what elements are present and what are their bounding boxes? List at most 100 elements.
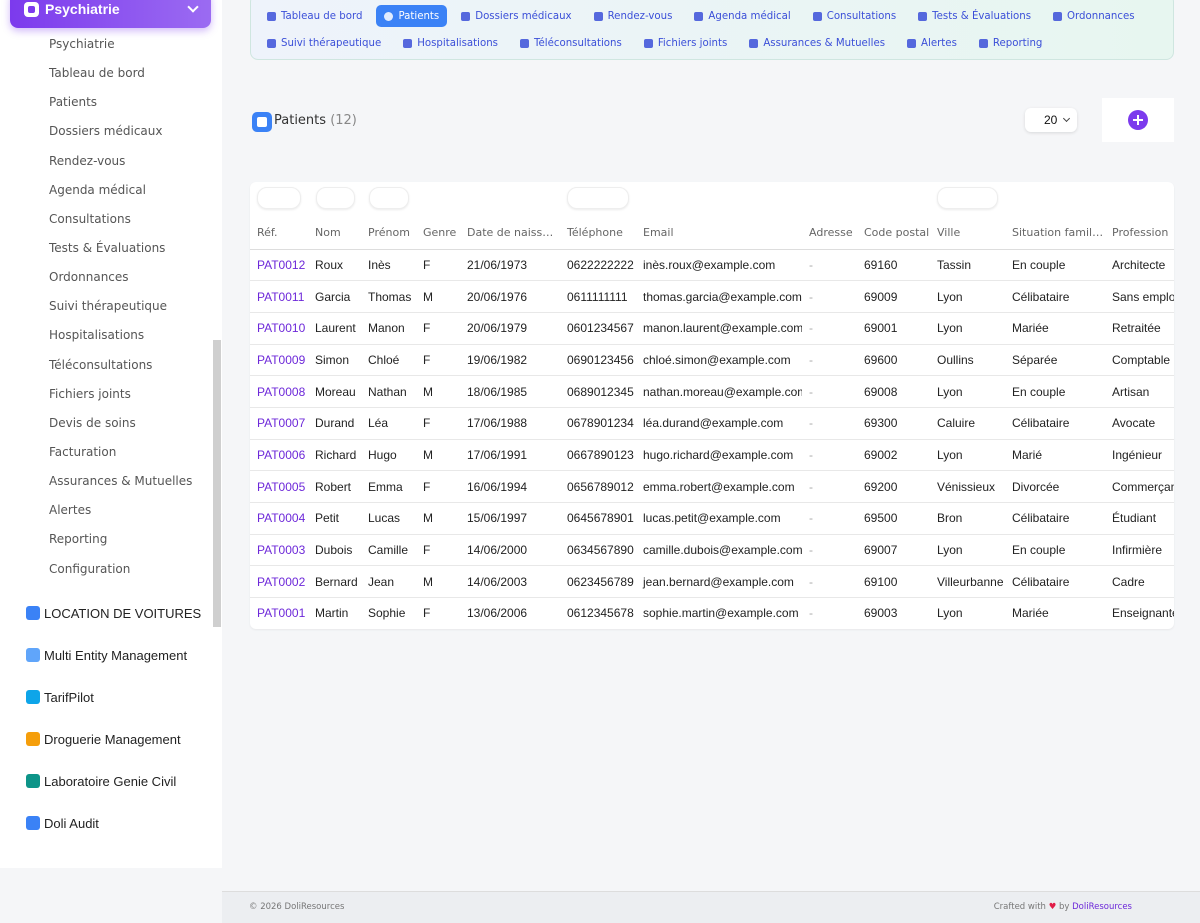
table-row[interactable]: PAT0009 Simon Chloé F 19/06/1982 0690123456 ch… <box>250 344 1174 377</box>
table-row[interactable]: PAT0006 Richard Hugo M 17/06/1991 0667890123 h… <box>250 439 1174 472</box>
sidebar-scrollbar[interactable] <box>213 340 221 627</box>
table-cell: Commerçante <box>1105 470 1174 503</box>
module-link[interactable]: Droguerie Management <box>0 718 222 760</box>
filter-telephone-input[interactable] <box>567 187 629 209</box>
column-header[interactable]: Réf. <box>250 216 308 250</box>
table-row[interactable]: PAT0001 Martin Sophie F 13/06/2006 0612345678… <box>250 597 1174 629</box>
sidebar-item-psychiatrie[interactable]: Psychiatrie <box>0 30 222 59</box>
column-header[interactable]: Téléphone <box>560 216 636 250</box>
dashboard-icon <box>267 11 276 21</box>
table-row[interactable]: PAT0011 Garcia Thomas M 20/06/1976 0611111111… <box>250 280 1174 313</box>
sidebar-item-configuration[interactable]: Configuration <box>0 555 222 584</box>
table-row[interactable]: PAT0004 Petit Lucas M 15/06/1997 0645678901 lu… <box>250 502 1174 535</box>
column-header[interactable]: Date de naissance <box>460 216 560 250</box>
table-cell: Lyon <box>930 375 1005 408</box>
patient-ref-link[interactable]: PAT0007 <box>250 407 308 440</box>
sidebar-item-agenda-medical[interactable]: Agenda médical <box>0 176 222 205</box>
patient-ref-link[interactable]: PAT0011 <box>250 280 308 313</box>
tab-bed[interactable]: Hospitalisations <box>395 32 506 54</box>
sidebar-item-patients[interactable]: Patients <box>0 88 222 117</box>
column-header[interactable]: Nom <box>308 216 361 250</box>
brand-link[interactable]: DoliResources <box>1072 902 1132 912</box>
column-header[interactable]: Situation familiale <box>1005 216 1105 250</box>
sidebar-item-suivi-therapeutique[interactable]: Suivi thérapeutique <box>0 292 222 321</box>
column-header[interactable]: Genre <box>416 216 460 250</box>
patient-ref-link[interactable]: PAT0006 <box>250 439 308 472</box>
chevron-down-icon[interactable] <box>187 1 199 13</box>
per-page-select[interactable]: 20 <box>1025 108 1077 132</box>
table-cell: Enseignante <box>1105 597 1174 629</box>
filter-ville-input[interactable] <box>937 187 998 209</box>
table-cell: F <box>416 597 460 629</box>
module-link[interactable]: TarifPilot <box>0 676 222 718</box>
sidebar-item-tests-evaluations[interactable]: Tests & Évaluations <box>0 234 222 263</box>
sidebar-item-reporting[interactable]: Reporting <box>0 525 222 554</box>
table-cell: Thomas <box>361 280 416 313</box>
sidebar-item-rendez-vous[interactable]: Rendez-vous <box>0 147 222 176</box>
table-row[interactable]: PAT0007 Durand Léa F 17/06/1988 0678901234 léa… <box>250 407 1174 440</box>
patient-ref-link[interactable]: PAT0010 <box>250 312 308 345</box>
patient-ref-link[interactable]: PAT0012 <box>250 249 308 282</box>
module-link[interactable]: Multi Entity Management <box>0 634 222 676</box>
sidebar-item-teleconsultations[interactable]: Téléconsultations <box>0 351 222 380</box>
add-area <box>1102 98 1174 142</box>
sidebar-item-dossiers-medicaux[interactable]: Dossiers médicaux <box>0 117 222 146</box>
sidebar-item-alertes[interactable]: Alertes <box>0 496 222 525</box>
tab-stethoscope[interactable]: Consultations <box>805 5 904 27</box>
patient-ref-link[interactable]: PAT0005 <box>250 470 308 503</box>
sidebar-item-tableau-de-bord[interactable]: Tableau de bord <box>0 59 222 88</box>
patient-ref-link[interactable]: PAT0009 <box>250 344 308 377</box>
table-row[interactable]: PAT0002 Bernard Jean M 14/06/2003 0623456789 j… <box>250 565 1174 599</box>
tab-warning[interactable]: Alertes <box>899 32 965 54</box>
patient-ref-link[interactable]: PAT0002 <box>250 565 308 599</box>
table-row[interactable]: PAT0005 Robert Emma F 16/06/1994 0656789012 em… <box>250 470 1174 503</box>
module-link[interactable]: LOCATION DE VOITURES <box>0 592 222 634</box>
table-cell: 0611111111 <box>560 280 636 313</box>
sidebar-item-facturation[interactable]: Facturation <box>0 438 222 467</box>
table-row[interactable]: PAT0010 Laurent Manon F 20/06/1979 0601234567… <box>250 312 1174 345</box>
tab-shield[interactable]: Assurances & Mutuelles <box>741 32 893 54</box>
table-row[interactable]: PAT0003 Dubois Camille F 14/06/2000 063456789… <box>250 534 1174 567</box>
table-cell: 0645678901 <box>560 502 636 535</box>
column-header[interactable]: Adresse <box>802 216 857 250</box>
table-row[interactable]: PAT0012 Roux Inès F 21/06/1973 0622222222 inès… <box>250 249 1174 282</box>
patient-ref-link[interactable]: PAT0004 <box>250 502 308 535</box>
table-cell: hugo.richard@example.com <box>636 439 802 472</box>
tab-prescription[interactable]: Ordonnances <box>1045 5 1143 27</box>
table-cell: - <box>802 375 857 408</box>
column-header[interactable]: Ville <box>930 216 1005 250</box>
tab-notes[interactable]: Suivi thérapeutique <box>259 32 389 54</box>
tab-chart-pie[interactable]: Reporting <box>971 32 1051 54</box>
sidebar-item-assurances-mutuelles[interactable]: Assurances & Mutuelles <box>0 467 222 496</box>
tab-user[interactable]: Patients <box>376 5 448 27</box>
table-cell: Manon <box>361 312 416 345</box>
tab-dashboard[interactable]: Tableau de bord <box>259 5 370 27</box>
filter-ref-input[interactable] <box>257 187 301 209</box>
column-header[interactable]: Code postal <box>857 216 930 250</box>
tab-video[interactable]: Téléconsultations <box>512 32 630 54</box>
module-link[interactable]: Doli Audit <box>0 802 222 844</box>
tab-calendar-check[interactable]: Rendez-vous <box>586 5 681 27</box>
patient-ref-link[interactable]: PAT0003 <box>250 534 308 567</box>
table-row[interactable]: PAT0008 Moreau Nathan M 18/06/1985 0689012345… <box>250 375 1174 408</box>
patient-ref-link[interactable]: PAT0008 <box>250 375 308 408</box>
sidebar-item-fichiers-joints[interactable]: Fichiers joints <box>0 380 222 409</box>
patient-ref-link[interactable]: PAT0001 <box>250 597 308 629</box>
sidebar-item-devis-de-soins[interactable]: Devis de soins <box>0 409 222 438</box>
module-link[interactable]: Laboratoire Genie Civil <box>0 760 222 802</box>
column-header[interactable]: Email <box>636 216 802 250</box>
tab-clipboard[interactable]: Tests & Évaluations <box>910 5 1039 27</box>
tab-file[interactable]: Fichiers joints <box>636 32 736 54</box>
sidebar-item-hospitalisations[interactable]: Hospitalisations <box>0 321 222 350</box>
add-patient-button[interactable] <box>1128 110 1148 130</box>
filter-prenom-input[interactable] <box>369 187 409 209</box>
tab-calendar[interactable]: Agenda médical <box>686 5 798 27</box>
sidebar-item-ordonnances[interactable]: Ordonnances <box>0 263 222 292</box>
module-menu-header[interactable]: Psychiatrie <box>10 0 211 28</box>
column-header[interactable]: Prénom <box>361 216 416 250</box>
tab-folder[interactable]: Dossiers médicaux <box>453 5 579 27</box>
column-header[interactable]: Profession <box>1105 216 1174 250</box>
filter-nom-input[interactable] <box>316 187 355 209</box>
table-cell: Marié <box>1005 439 1105 472</box>
sidebar-item-consultations[interactable]: Consultations <box>0 205 222 234</box>
